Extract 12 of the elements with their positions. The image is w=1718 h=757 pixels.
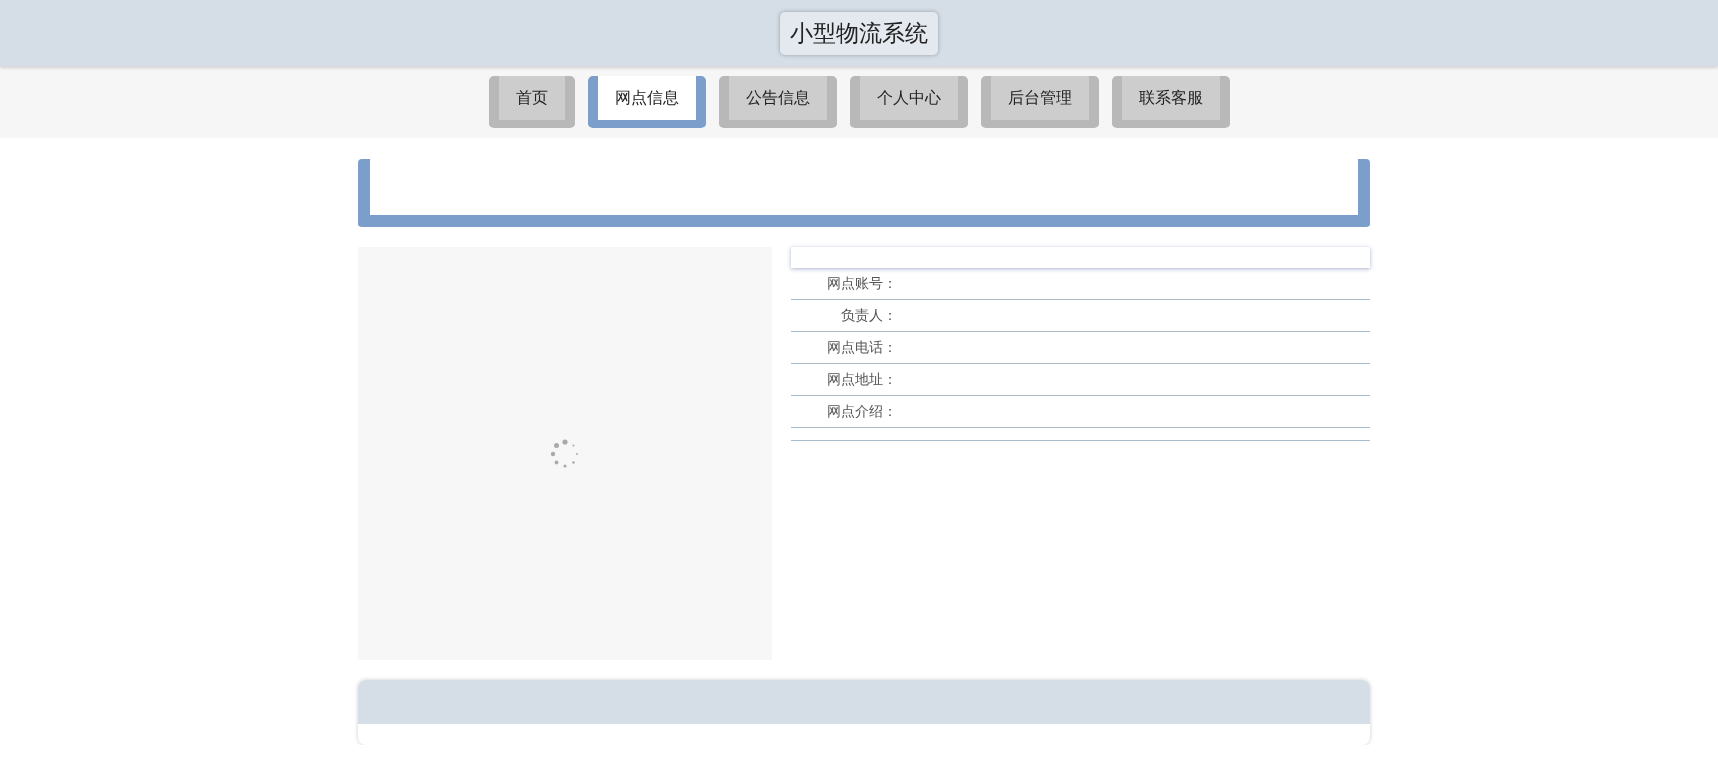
site-title: 小型物流系统 [780,11,938,55]
field-label: 网点介绍： [826,402,897,421]
field-label: 网点账号： [826,274,897,293]
field-label: 网点电话： [826,338,897,357]
field-label: 网点地址： [826,370,897,389]
nav-tab[interactable]: 公告信息 [718,76,837,128]
nav-tab[interactable]: 个人中心 [849,76,968,128]
field-label: 负责人： [840,306,897,325]
nav-tab[interactable]: 首页 [488,76,575,128]
nav-tab[interactable]: 联系客服 [1111,76,1230,128]
nav-tab[interactable]: 后台管理 [980,76,1099,128]
nav-tab[interactable]: 网点信息 [587,76,706,128]
